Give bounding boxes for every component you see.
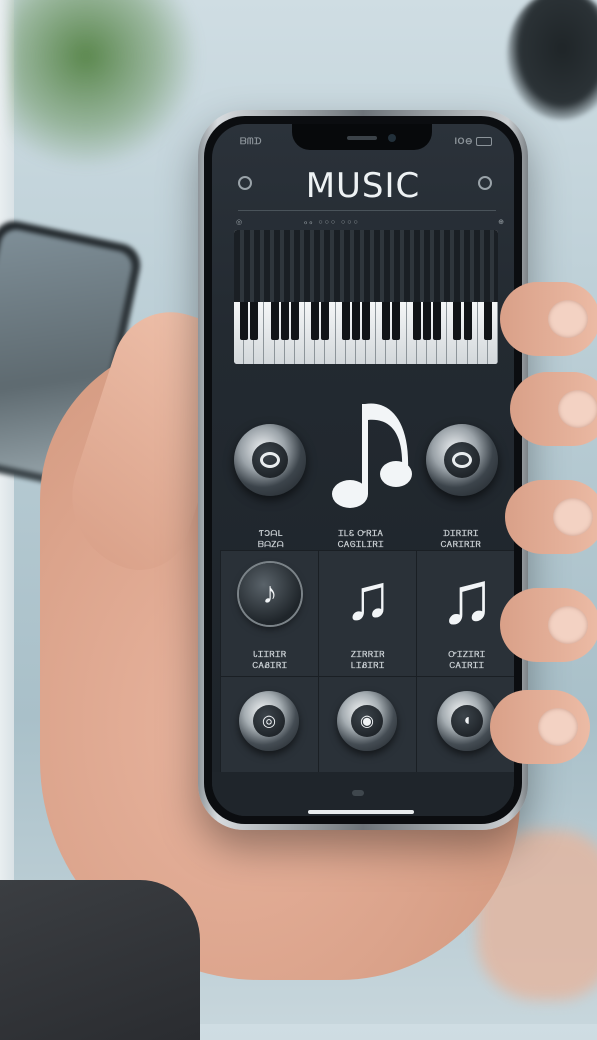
keyboard-controls: ◎ ℴℴ ○○○ ○○○ ⊕ [234,216,506,230]
finger-4 [500,588,597,662]
piano-keyboard[interactable] [234,230,498,364]
black-key[interactable] [321,302,330,340]
grid-label-3-line1: ᏅᏆᏃᏆᏒᏆ [448,650,486,659]
right-control-knob[interactable] [426,424,498,496]
black-key[interactable] [341,302,350,340]
black-key[interactable] [250,302,259,340]
grid-cell-4[interactable]: ◎ [220,676,320,774]
play-shape-icon: ◖ [462,712,472,729]
battery-icon [476,137,492,146]
music-app-screen: ᗷᗰᗪ IO⊖ MUSIC ◎ ℴℴ ○○○ ○○○ ⊕ ƬƆᗩL ᗷᗩᏃᗩ Ꮖ… [212,124,514,816]
grid-cell-1[interactable]: ♪ ᏓᏆᏆᏒᏆᏒ ᏟᎪᏰᏆᏒᏆ [220,550,320,678]
bottom-dot [352,790,364,796]
caption-left-line2: ᗷᗩᏃᗩ [257,540,285,549]
music-note-icon: ♪ [262,577,278,610]
header-divider [238,210,496,211]
grid-label-3-line2: ᏟᎪᏆᏒᏆᏆ [449,661,485,670]
left-control-knob[interactable] [234,424,306,496]
caption-right-line1: ᗪᏆᏒᏆᏒᏆ [443,529,479,538]
black-key[interactable] [280,302,289,340]
status-indicators: IO⊖ [454,136,492,147]
black-key[interactable] [483,302,492,340]
phone-device: ᗷᗰᗪ IO⊖ MUSIC ◎ ℴℴ ○○○ ○○○ ⊕ ƬƆᗩL ᗷᗩᏃᗩ Ꮖ… [198,110,528,830]
caption-middle: ᏆᏞᏋ ᏅᏒᏆᎪ ᏟᎪᎶᏆᏞᏆᏒᏆ [316,528,406,550]
black-key[interactable] [382,302,391,340]
caption-left: ƬƆᗩL ᗷᗩᏃᗩ [226,528,316,550]
target-icon: ◉ [360,713,374,730]
black-key[interactable] [311,302,320,340]
home-indicator[interactable] [308,810,414,814]
keyboard-middle-control[interactable]: ℴℴ ○○○ ○○○ [304,218,360,226]
grid-label-1-line1: ᏓᏆᏆᏒᏆᏒ [253,650,287,659]
black-key[interactable] [362,302,370,340]
music-note-button[interactable]: ♪ [239,563,301,625]
menu-dot-icon[interactable] [478,176,492,190]
control-button-2[interactable]: ◉ [337,691,397,751]
control-grid: ♪ ᏓᏆᏆᏒᏆᏒ ᏟᎪᏰᏆᏒᏆ ♫ ᏃᏆᏒᏒᏆᏒ ᏞᏆᏰᏆᏒᏆ ♫ ᏅᏆᏃᏆᏒᏆ… [220,550,514,774]
status-carrier: ᗷᗰᗪ [240,136,262,146]
black-key[interactable] [270,302,279,340]
black-key[interactable] [433,302,442,340]
notch [292,124,432,150]
caption-middle-line1: ᏆᏞᏋ ᏅᏒᏆᎪ [338,529,384,538]
grid-cell-5[interactable]: ◉ [318,676,418,774]
control-button-1[interactable]: ◎ [239,691,299,751]
caption-left-line1: ƬƆᗩL [258,529,284,538]
black-key[interactable] [422,302,431,340]
background-speaker [507,0,597,120]
bottom-bar [212,772,514,816]
finger-2 [510,372,597,446]
finger-1 [500,282,597,356]
black-key[interactable] [412,302,421,340]
grid-label-1-line2: ᏟᎪᏰᏆᏒᏆ [252,661,288,670]
status-text: IO⊖ [454,136,473,146]
caption-right-line2: ᏟᎪᏒᏆᏒᏆᏒ [440,540,482,549]
black-key[interactable] [463,302,472,340]
control-button-3[interactable]: ◖ [437,691,497,751]
sleeve [0,880,200,1040]
finger-5 [490,690,590,764]
black-key[interactable] [392,302,401,340]
grid-cell-3[interactable]: ♫ ᏅᏆᏃᏆᏒᏆ ᏟᎪᏆᏒᏆᏆ [416,550,514,678]
background-plant [10,0,200,170]
finger-3 [505,480,597,554]
piano-keys-upper [234,230,498,302]
eye-icon [452,452,472,468]
circle-icon: ◎ [262,713,276,730]
keyboard-right-control[interactable]: ⊕ [498,218,504,226]
keyboard-left-control[interactable]: ◎ [236,218,242,226]
caption-middle-line2: ᏟᎪᎶᏆᏞᏆᏒᏆ [337,540,385,549]
music-note-icon: ♫ [439,556,495,639]
keyboard-panel: ◎ ℴℴ ○○○ ○○○ ⊕ [234,216,506,364]
music-note-icon: ♫ [344,561,392,633]
app-title: MUSIC [305,166,421,206]
grid-cell-2[interactable]: ♫ ᏃᏆᏒᏒᏆᏒ ᏞᏆᏰᏆᏒᏆ [318,550,418,678]
music-note-icon [332,403,412,508]
grid-label-2-line2: ᏞᏆᏰᏆᏒᏆ [351,661,385,670]
black-key[interactable] [290,302,299,340]
caption-right: ᗪᏆᏒᏆᏒᏆ ᏟᎪᏒᏆᏒᏆᏒ [416,528,506,550]
grid-label-2-line1: ᏃᏆᏒᏒᏆᏒ [351,650,385,659]
black-key[interactable] [453,302,462,340]
eye-icon [260,452,280,468]
app-header: MUSIC [212,162,514,206]
black-key[interactable] [240,302,249,340]
black-key[interactable] [351,302,360,340]
front-camera-icon [388,134,396,142]
